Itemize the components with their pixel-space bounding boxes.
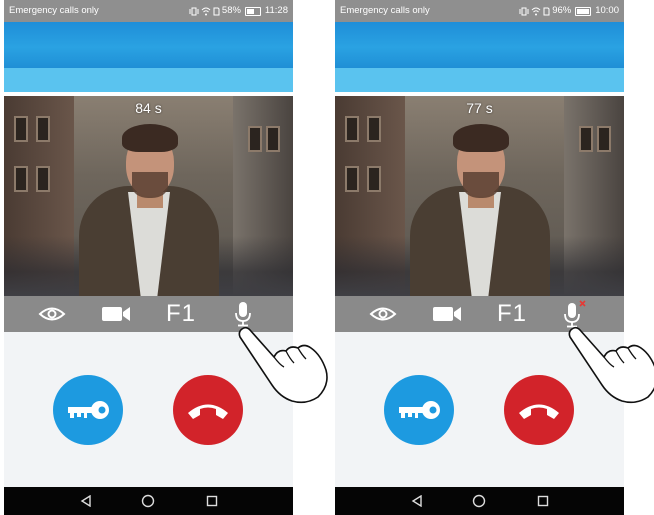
video-camera-icon bbox=[102, 307, 130, 321]
wifi-icon bbox=[201, 7, 211, 15]
key-icon bbox=[399, 401, 440, 419]
call-timer: 77 s bbox=[466, 100, 493, 116]
back-triangle-icon bbox=[411, 495, 422, 507]
pointing-hand-icon bbox=[238, 326, 328, 404]
unlock-button[interactable] bbox=[384, 375, 454, 445]
video-feed: 84 s bbox=[4, 96, 293, 296]
wifi-icon bbox=[531, 7, 541, 15]
key-icon bbox=[68, 401, 109, 419]
eye-icon bbox=[38, 307, 66, 321]
video-camera-icon bbox=[433, 307, 461, 321]
app-subheader-bar bbox=[335, 68, 624, 92]
unlock-button[interactable] bbox=[53, 375, 123, 445]
phone-screen-left: Emergency calls only 58% 11:28 84 s F1 bbox=[4, 0, 293, 515]
camera-button[interactable] bbox=[99, 296, 133, 332]
vibrate-icon bbox=[519, 7, 529, 15]
app-header-bar bbox=[4, 22, 293, 68]
recents-square-icon bbox=[206, 495, 218, 507]
nav-home-button[interactable] bbox=[469, 487, 489, 515]
battery-icon bbox=[575, 6, 592, 16]
f1-button[interactable]: F1 bbox=[492, 296, 532, 332]
vibrate-icon bbox=[189, 7, 199, 15]
phone-hangup-icon bbox=[188, 404, 228, 419]
microphone-muted-icon bbox=[564, 300, 586, 328]
microphone-icon bbox=[235, 302, 251, 327]
battery-icon bbox=[244, 6, 261, 16]
phone-screen-right: Emergency calls only 96% 10:00 77 s F1 bbox=[335, 0, 624, 515]
carrier-status: Emergency calls only bbox=[9, 5, 99, 16]
camera-button[interactable] bbox=[430, 296, 464, 332]
status-bar: Emergency calls only 58% 11:28 bbox=[4, 0, 293, 22]
f1-button[interactable]: F1 bbox=[161, 296, 201, 332]
carrier-status: Emergency calls only bbox=[340, 5, 430, 16]
home-circle-icon bbox=[472, 494, 486, 508]
pointing-hand-icon bbox=[568, 326, 654, 404]
android-nav-bar bbox=[4, 487, 293, 515]
app-header-bar bbox=[335, 22, 624, 68]
clock: 11:28 bbox=[264, 5, 288, 16]
back-triangle-icon bbox=[80, 495, 91, 507]
sim-icon bbox=[543, 7, 550, 15]
nav-recents-button[interactable] bbox=[533, 487, 553, 515]
status-bar: Emergency calls only 96% 10:00 bbox=[335, 0, 624, 22]
video-feed: 77 s bbox=[335, 96, 624, 296]
monitor-button[interactable] bbox=[34, 296, 70, 332]
nav-back-button[interactable] bbox=[76, 487, 96, 515]
hangup-button[interactable] bbox=[504, 375, 574, 445]
phone-hangup-icon bbox=[519, 404, 559, 419]
battery-fill bbox=[577, 8, 590, 14]
call-timer: 84 s bbox=[135, 100, 162, 116]
nav-recents-button[interactable] bbox=[202, 487, 222, 515]
nav-home-button[interactable] bbox=[138, 487, 158, 515]
battery-fill bbox=[246, 8, 254, 14]
nav-back-button[interactable] bbox=[407, 487, 427, 515]
android-nav-bar bbox=[335, 487, 624, 515]
battery-percent: 58% bbox=[221, 5, 241, 16]
monitor-button[interactable] bbox=[365, 296, 401, 332]
recents-square-icon bbox=[537, 495, 549, 507]
clock: 10:00 bbox=[595, 5, 619, 16]
home-circle-icon bbox=[141, 494, 155, 508]
app-subheader-bar bbox=[4, 68, 293, 92]
battery-percent: 96% bbox=[552, 5, 572, 16]
eye-icon bbox=[369, 307, 397, 321]
hangup-button[interactable] bbox=[173, 375, 243, 445]
sim-icon bbox=[213, 7, 220, 15]
